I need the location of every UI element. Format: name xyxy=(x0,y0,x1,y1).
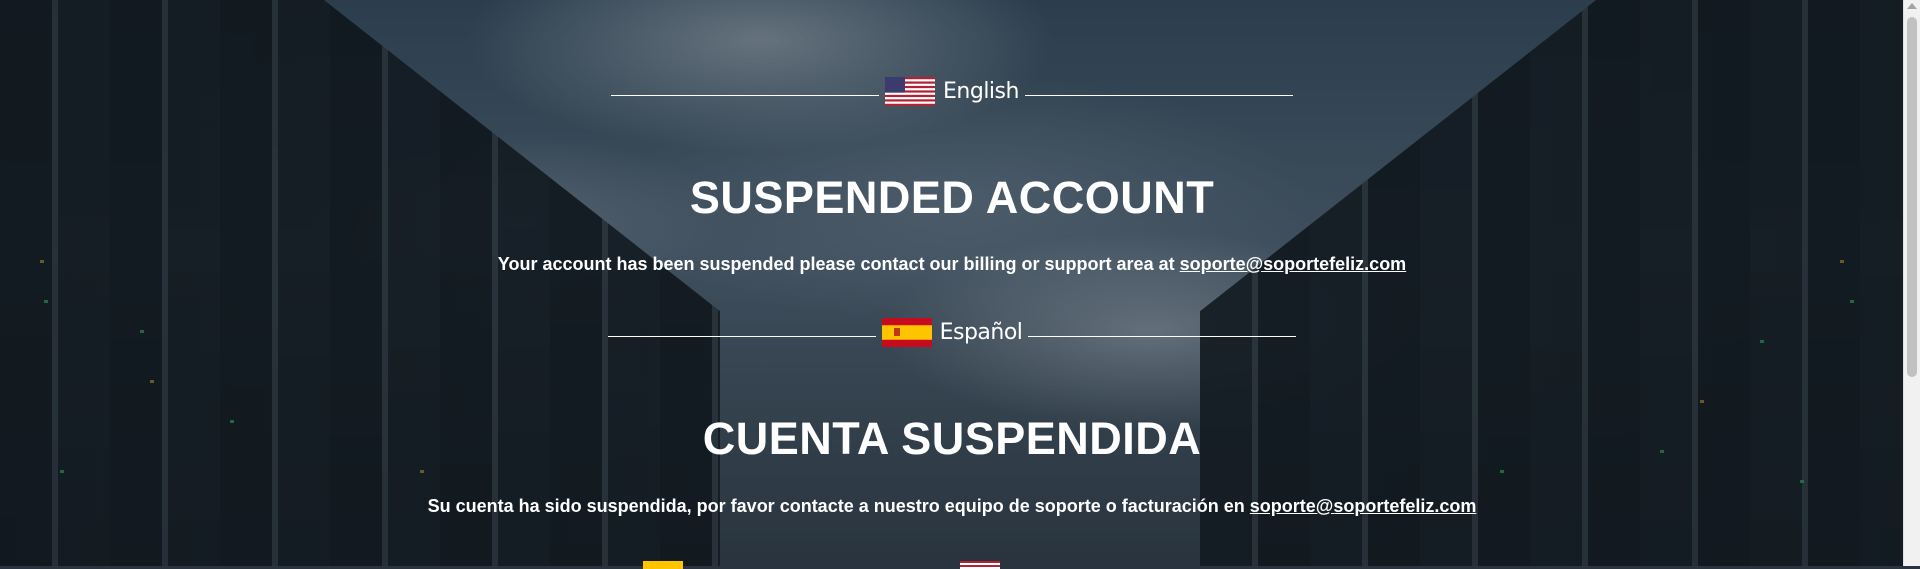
spain-flag-icon xyxy=(881,318,932,347)
divider-line-right xyxy=(1024,77,1293,96)
message-text: Su cuenta ha sido suspendida, por favor … xyxy=(427,496,1245,516)
language-divider-english: English xyxy=(0,77,1904,106)
language-label-english: English xyxy=(885,77,1019,106)
page-title-spanish: CUENTA SUSPENDIDA xyxy=(702,413,1202,464)
vertical-scrollbar[interactable] xyxy=(1903,0,1920,566)
message-text: Your account has been suspended please c… xyxy=(497,254,1175,274)
language-divider-spanish: Español xyxy=(0,318,1904,347)
scrollbar-thumb[interactable] xyxy=(1907,17,1917,377)
suspension-message-english: Your account has been suspended please c… xyxy=(0,254,1904,275)
suspension-message-spanish: Su cuenta ha sido suspendida, por favor … xyxy=(0,496,1904,517)
language-label-spanish: Español xyxy=(881,318,1023,347)
divider-line-left xyxy=(611,77,880,96)
divider-line-right xyxy=(1028,318,1297,337)
support-email-link[interactable]: soporte@soportefeliz.com xyxy=(1250,496,1477,516)
us-flag-icon xyxy=(885,77,936,106)
main-content: English SUSPENDED ACCOUNT Your account h… xyxy=(0,0,1904,569)
spain-flag-icon xyxy=(643,561,683,569)
language-name: English xyxy=(943,79,1019,104)
divider-line-left xyxy=(607,318,876,337)
scroll-up-arrow-icon[interactable] xyxy=(1907,3,1917,9)
support-email-link[interactable]: soporte@soportefeliz.com xyxy=(1180,254,1407,274)
language-name: Español xyxy=(939,320,1023,345)
us-flag-icon xyxy=(960,561,1000,569)
page-title-english: SUSPENDED ACCOUNT xyxy=(689,172,1215,223)
